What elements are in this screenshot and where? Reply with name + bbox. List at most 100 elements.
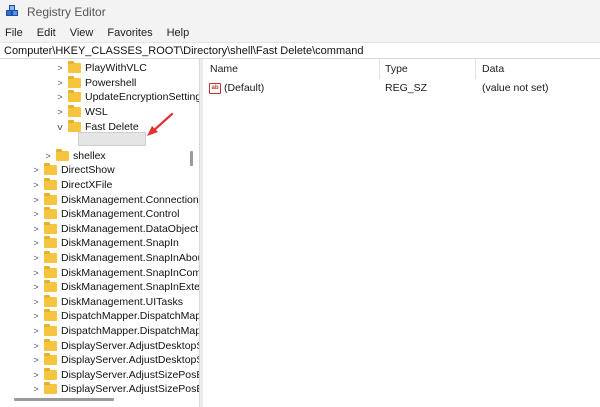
tree-item-label: DiskManagement.SnapIn (61, 237, 179, 250)
chevron-right-icon[interactable]: > (32, 209, 40, 219)
window-title: Registry Editor (27, 5, 106, 19)
chevron-right-icon[interactable]: > (44, 151, 52, 161)
tree-item[interactable]: > shellex (44, 148, 106, 164)
chevron-right-icon[interactable]: > (32, 370, 40, 380)
value-type: REG_SZ (385, 82, 428, 94)
folder-icon (44, 251, 57, 264)
tree-item-label: DispatchMapper.DispatchMapper (61, 310, 199, 323)
chevron-right-icon[interactable]: > (32, 297, 40, 307)
column-divider[interactable] (379, 59, 380, 79)
column-header-type[interactable]: Type (385, 63, 408, 77)
value-type-cell: REG_SZ (385, 81, 427, 95)
chevron-right-icon[interactable]: > (32, 224, 40, 234)
column-divider[interactable] (475, 59, 476, 79)
menu-bar: File Edit View Favorites Help (0, 24, 600, 42)
tree-item-label: shellex (73, 149, 106, 162)
address-bar[interactable]: Computer\HKEY_CLASSES_ROOT\Directory\she… (0, 42, 600, 59)
tree-item-label: DiskManagement.SnapInAbout (61, 252, 199, 265)
column-header-name[interactable]: Name (210, 63, 238, 77)
tree-item[interactable]: > DispatchMapper.DispatchMapper.1 (32, 324, 199, 339)
tree-item-label: DisplayServer.AdjustDesktopSize (61, 339, 199, 352)
folder-icon (68, 90, 81, 103)
tree-item[interactable]: > DiskManagement.UITasks (32, 294, 183, 310)
tree-item-label: Powershell (85, 76, 137, 89)
menu-help[interactable]: Help (166, 27, 191, 39)
tree-item[interactable]: > DisplayServer.AdjustDesktopSize.1 (32, 353, 199, 368)
chevron-right-icon[interactable]: > (32, 282, 40, 292)
folder-icon (44, 192, 57, 205)
address-path[interactable]: Computer\HKEY_CLASSES_ROOT\Directory\she… (4, 45, 363, 57)
chevron-right-icon[interactable]: > (56, 92, 64, 102)
selected-key-highlight (78, 132, 146, 146)
menu-file[interactable]: File (4, 27, 24, 39)
tree-item-label: DiskManagement.Connection (61, 193, 199, 206)
folder-icon (44, 178, 57, 191)
folder-icon (44, 338, 57, 351)
values-list-pane[interactable]: Name Type Data ab (Default) REG_SZ (valu… (203, 59, 600, 407)
folder-icon (44, 236, 57, 249)
tree-item[interactable]: > DiskManagement.SnapInExtension (32, 280, 199, 295)
chevron-right-icon[interactable]: > (32, 341, 40, 351)
tree-item[interactable]: > WSL (56, 105, 108, 120)
folder-icon (44, 163, 57, 176)
tree-item-label: DiskManagement.SnapInExtension (61, 281, 199, 294)
chevron-right-icon[interactable]: > (32, 180, 40, 190)
tree-item-label: DisplayServer.AdjustSizePosExt (61, 368, 199, 381)
menu-view[interactable]: View (69, 27, 95, 39)
tree-item[interactable]: > UpdateEncryptionSettings (56, 90, 199, 105)
menu-edit[interactable]: Edit (36, 27, 57, 39)
folder-icon (56, 148, 69, 161)
chevron-down-icon[interactable]: v (55, 122, 65, 132)
tree-item[interactable]: > DiskManagement.DataObject (32, 221, 199, 237)
tree-item-label: DiskManagement.SnapInComponent (61, 266, 199, 279)
chevron-right-icon[interactable]: > (32, 311, 40, 321)
chevron-right-icon[interactable]: > (32, 165, 40, 175)
folder-icon (68, 75, 81, 88)
value-name: (Default) (224, 82, 265, 94)
tree-item-label: DiskManagement.UITasks (61, 295, 183, 308)
chevron-right-icon[interactable]: > (32, 195, 40, 205)
tree-item[interactable]: > DirectShow (32, 163, 115, 178)
chevron-right-icon[interactable]: > (32, 326, 40, 336)
chevron-right-icon[interactable]: > (32, 238, 40, 248)
folder-icon (68, 105, 81, 118)
tree-item[interactable]: > PlayWithVLC (56, 61, 147, 76)
chevron-right-icon[interactable]: > (56, 107, 64, 117)
chevron-right-icon[interactable]: > (32, 253, 40, 263)
tree-item-label: DiskManagement.DataObject (61, 222, 199, 235)
tree-item[interactable]: > Powershell (56, 75, 137, 91)
tree-item-label: WSL (85, 106, 108, 119)
tree-vertical-scrollbar[interactable] (190, 151, 193, 166)
value-data-cell: (value not set) (482, 81, 549, 95)
folder-icon (44, 382, 57, 395)
value-row[interactable]: ab (Default) (209, 81, 264, 95)
chevron-right-icon[interactable]: > (32, 355, 40, 365)
tree-item[interactable]: > DiskManagement.SnapInComponent (32, 265, 199, 280)
folder-icon (44, 367, 57, 380)
chevron-right-icon[interactable]: > (32, 268, 40, 278)
tree-item-label: Fast Delete (85, 120, 139, 133)
folder-icon (44, 221, 57, 234)
tree-item-label: DisplayServer.AdjustSizePosExt.1 (61, 383, 199, 396)
tree-item[interactable]: > DisplayServer.AdjustSizePosExt.1 (32, 382, 199, 397)
tree-item[interactable]: > DiskManagement.SnapIn (32, 236, 179, 251)
tree-item[interactable]: > DiskManagement.Connection (32, 192, 199, 207)
folder-icon (44, 265, 57, 278)
tree-item[interactable]: > DiskManagement.SnapInAbout (32, 251, 199, 266)
tree-item-label: UpdateEncryptionSettings (85, 91, 199, 104)
tree-item[interactable]: > DisplayServer.AdjustSizePosExt (32, 367, 199, 383)
tree-horizontal-scrollbar[interactable] (14, 398, 114, 401)
tree-item-label: DisplayServer.AdjustDesktopSize.1 (61, 354, 199, 367)
folder-icon (68, 119, 81, 132)
value-data: (value not set) (482, 82, 549, 94)
menu-favorites[interactable]: Favorites (106, 27, 153, 39)
tree-item[interactable]: > DisplayServer.AdjustDesktopSize (32, 338, 199, 353)
chevron-right-icon[interactable]: > (56, 78, 64, 88)
tree-item[interactable]: > DiskManagement.Control (32, 207, 179, 222)
tree-item[interactable]: > DispatchMapper.DispatchMapper (32, 309, 199, 324)
tree-item[interactable]: > DirectXFile (32, 178, 112, 193)
chevron-right-icon[interactable]: > (56, 63, 64, 73)
column-header-data[interactable]: Data (482, 63, 504, 77)
chevron-right-icon[interactable]: > (32, 384, 40, 394)
